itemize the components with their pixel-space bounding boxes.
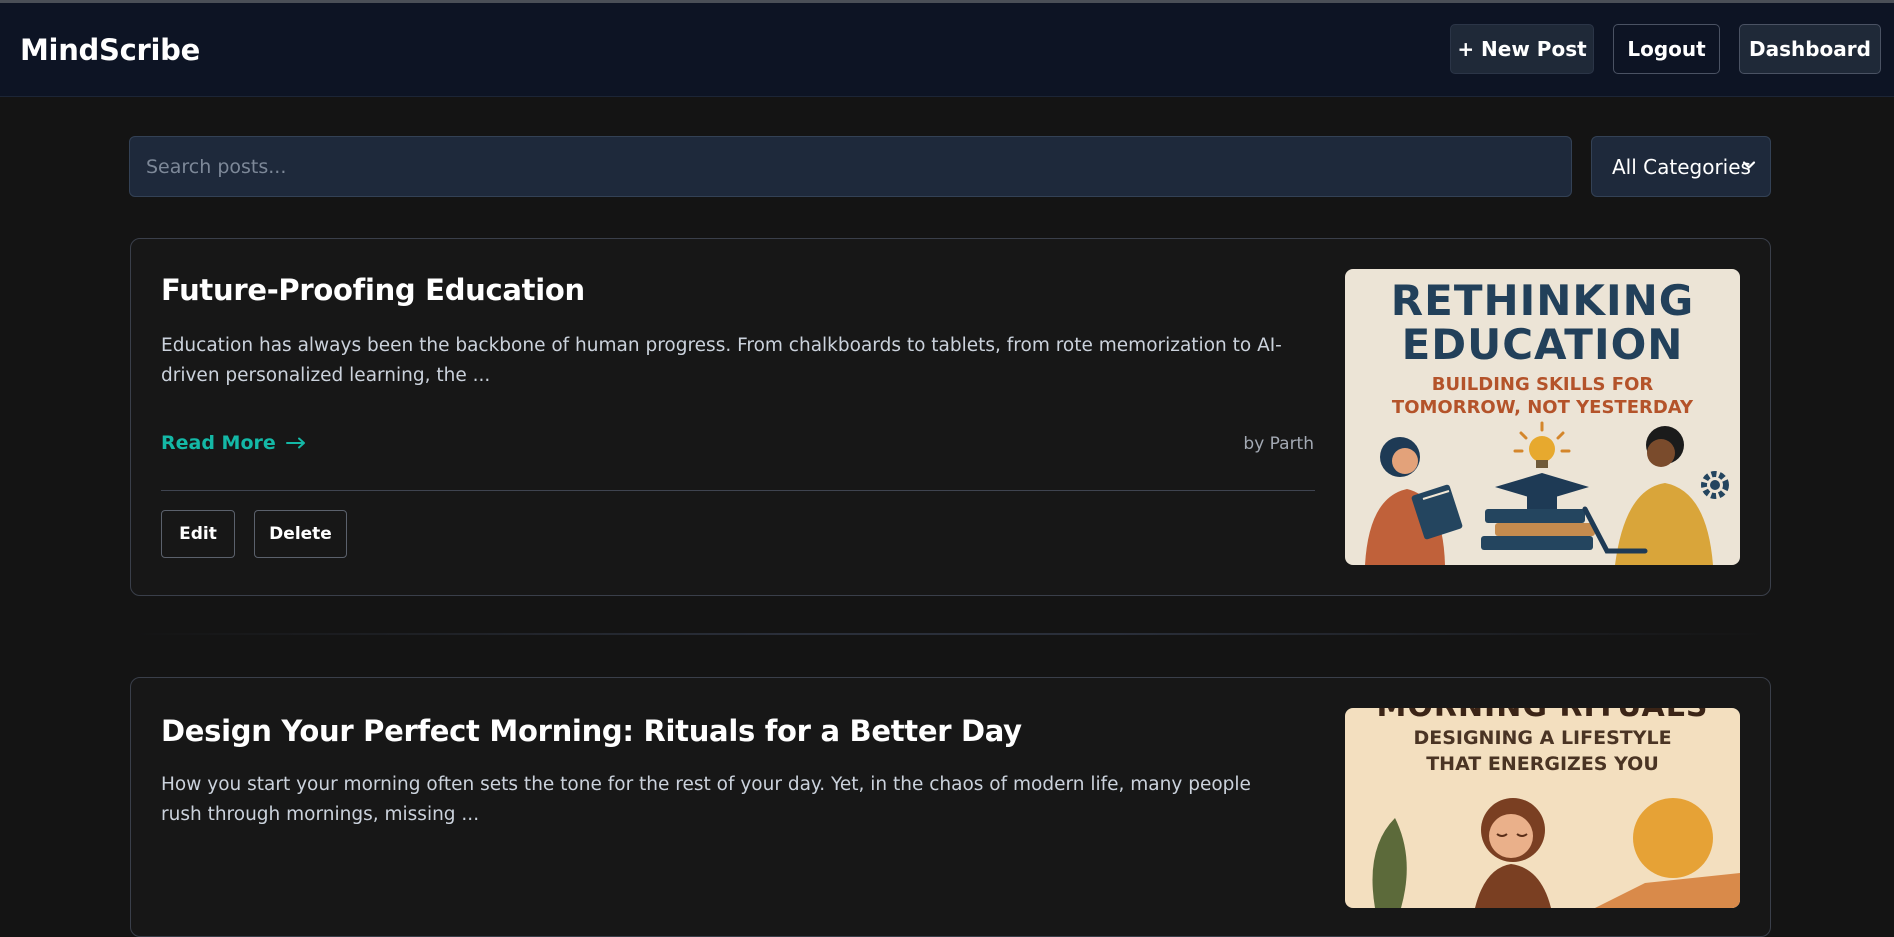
read-more-label: Read More xyxy=(161,432,276,454)
post-excerpt: Education has always been the backbone o… xyxy=(161,335,1282,386)
post-author: by Parth xyxy=(1243,434,1314,454)
chevron-down-icon xyxy=(1742,161,1756,169)
dashboard-button[interactable]: Dashboard xyxy=(1739,24,1881,74)
app-header: MindScribe + New Post Logout Dashboard xyxy=(0,3,1894,97)
arrow-right-icon xyxy=(285,437,305,449)
education-illustration xyxy=(1365,421,1729,565)
post-title[interactable]: Design Your Perfect Morning: Rituals for… xyxy=(161,714,1022,748)
thumbnail-sub-line2: TOMORROW, NOT YESTERDAY xyxy=(1391,397,1694,418)
thumbnail-heading: MORNING RITUALS xyxy=(1345,708,1740,724)
post-card: Design Your Perfect Morning: Rituals for… xyxy=(130,677,1771,937)
thumbnail-sub-line2: THAT ENERGIZES YOU xyxy=(1426,753,1659,775)
thumbnail-heading-line1: RETHINKING xyxy=(1390,276,1695,325)
card-divider xyxy=(161,490,1315,491)
edit-button[interactable]: Edit xyxy=(161,510,235,558)
category-select-value: All Categories xyxy=(1612,154,1751,179)
read-more-link[interactable]: Read More xyxy=(161,432,306,454)
thumbnail-sub-line1: DESIGNING A LIFESTYLE xyxy=(1413,727,1672,749)
delete-button[interactable]: Delete xyxy=(254,510,347,558)
morning-illustration xyxy=(1372,798,1740,908)
post-thumbnail[interactable]: MORNING RITUALS DESIGNING A LIFESTYLE TH… xyxy=(1345,708,1740,908)
logout-button[interactable]: Logout xyxy=(1613,24,1720,74)
search-input[interactable] xyxy=(129,136,1572,197)
post-title[interactable]: Future-Proofing Education xyxy=(161,273,585,307)
post-excerpt: How you start your morning often sets th… xyxy=(161,774,1251,825)
section-separator xyxy=(130,633,1771,635)
post-thumbnail[interactable]: RETHINKING EDUCATION BUILDING SKILLS FOR… xyxy=(1345,269,1740,565)
brand-logo[interactable]: MindScribe xyxy=(20,33,200,67)
post-card: Future-Proofing Education Education has … xyxy=(130,238,1771,596)
category-select[interactable]: All Categories xyxy=(1591,136,1771,197)
thumbnail-heading-line2: EDUCATION xyxy=(1401,320,1684,369)
thumbnail-sub-line1: BUILDING SKILLS FOR xyxy=(1431,374,1654,395)
new-post-button[interactable]: + New Post xyxy=(1450,24,1594,74)
